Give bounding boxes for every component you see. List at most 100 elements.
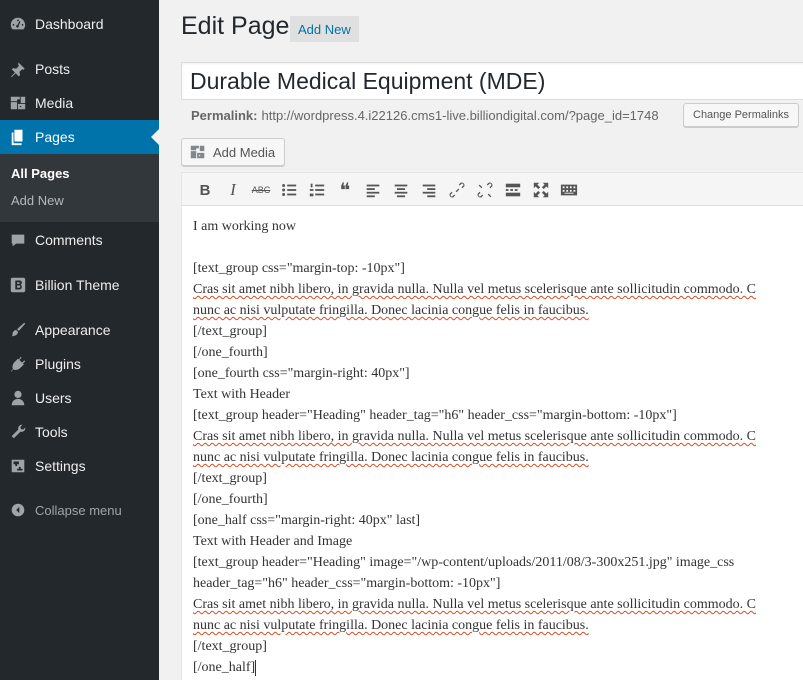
collapse-menu-label: Collapse menu	[35, 502, 122, 518]
pages-submenu: All Pages Add New	[0, 154, 159, 222]
menu-dashboard-label: Dashboard	[35, 16, 104, 32]
menu-dashboard[interactable]: Dashboard	[0, 7, 159, 41]
content-line: Text with Header and Image	[193, 534, 353, 549]
menu-tools[interactable]: Tools	[0, 415, 159, 449]
add-media-button[interactable]: Add Media	[181, 138, 285, 166]
menu-plugins-label: Plugins	[35, 356, 81, 372]
menu-comments[interactable]: Comments	[0, 223, 159, 257]
submenu-all-pages[interactable]: All Pages	[11, 166, 70, 181]
media-icon	[8, 93, 28, 113]
wrench-icon	[8, 422, 28, 442]
menu-pages[interactable]: Pages	[0, 120, 159, 154]
content-editor: B I ABC ❝ I am working now [text_group c…	[181, 172, 803, 680]
align-right-icon	[422, 184, 436, 198]
menu-settings[interactable]: Settings	[0, 449, 159, 483]
content-line: nunc ac nisi vulputate fringilla. Donec …	[193, 618, 589, 633]
content-line: [text_group css="margin-top: -10px"]	[193, 261, 405, 276]
menu-media[interactable]: Media	[0, 86, 159, 120]
collapse-menu-button[interactable]: Collapse menu	[0, 493, 159, 527]
insert-link-button[interactable]	[445, 178, 469, 202]
toolbar-toggle-button[interactable]	[557, 178, 581, 202]
bold-icon: B	[199, 181, 211, 199]
align-center-icon	[394, 184, 408, 198]
content-line: [text_group header="Heading" image="/wp-…	[193, 555, 735, 570]
menu-billion-theme-label: Billion Theme	[35, 277, 120, 293]
strikethrough-icon: ABC	[251, 185, 271, 195]
menu-appearance[interactable]: Appearance	[0, 313, 159, 347]
align-left-icon	[366, 184, 380, 198]
content-line: [/text_group]	[193, 471, 267, 486]
menu-settings-label: Settings	[35, 458, 86, 474]
content-line: [/one_fourth]	[193, 345, 268, 360]
content-line: Cras sit amet nibh libero, in gravida nu…	[193, 282, 756, 297]
fullscreen-icon	[533, 182, 549, 198]
menu-pages-label: Pages	[35, 129, 75, 145]
content-line: nunc ac nisi vulputate fringilla. Donec …	[193, 450, 589, 465]
content-line: [text_group header="Heading" header_tag=…	[193, 408, 677, 423]
fullscreen-button[interactable]	[529, 178, 553, 202]
keyboard-icon	[560, 184, 578, 196]
menu-media-label: Media	[35, 95, 74, 111]
content-line	[193, 237, 803, 258]
content-line: [/text_group]	[193, 324, 267, 339]
editor-toolbar: B I ABC ❝	[182, 173, 803, 206]
text-cursor	[255, 659, 257, 676]
content-line: Cras sit amet nibh libero, in gravida nu…	[193, 597, 756, 612]
blockquote-button[interactable]: ❝	[333, 178, 357, 202]
remove-link-button[interactable]	[473, 178, 497, 202]
numbered-list-icon	[309, 183, 325, 197]
menu-tools-label: Tools	[35, 424, 68, 440]
bold-button[interactable]: B	[193, 178, 217, 202]
numbered-list-button[interactable]	[305, 178, 329, 202]
link-icon	[449, 182, 465, 198]
editor-content[interactable]: I am working now [text_group css="margin…	[193, 216, 803, 678]
content-line: Text with Header	[193, 387, 290, 402]
content-line: [/one_half]	[193, 657, 803, 678]
align-center-button[interactable]	[389, 178, 413, 202]
content-line: I am working now	[193, 219, 297, 234]
bulleted-list-button[interactable]	[277, 178, 301, 202]
read-more-icon	[505, 183, 521, 197]
post-title-input[interactable]: Durable Medical Equipment (MDE)	[181, 62, 803, 100]
bulleted-list-icon	[282, 184, 297, 196]
content-line: [/one_fourth]	[193, 492, 268, 507]
menu-billion-theme[interactable]: Billion Theme	[0, 268, 159, 302]
dashboard-icon	[8, 14, 28, 34]
menu-posts-label: Posts	[35, 61, 71, 77]
active-menu-arrow	[151, 129, 159, 145]
content-line-text: [/one_half]	[193, 660, 256, 675]
change-permalinks-button[interactable]: Change Permalinks	[683, 103, 799, 127]
italic-button[interactable]: I	[221, 178, 245, 202]
billion-b-icon	[8, 275, 28, 295]
user-icon	[8, 388, 28, 408]
content-line: [/text_group]	[193, 639, 267, 654]
strikethrough-button[interactable]: ABC	[249, 178, 273, 202]
permalink-row: Permalink: http://wordpress.4.i22126.cms…	[191, 104, 659, 126]
menu-comments-label: Comments	[35, 232, 103, 248]
read-more-button[interactable]	[501, 178, 525, 202]
menu-users[interactable]: Users	[0, 381, 159, 415]
menu-plugins[interactable]: Plugins	[0, 347, 159, 381]
collapse-arrow-icon	[8, 500, 28, 520]
submenu-add-new[interactable]: Add New	[11, 193, 64, 208]
content-line: nunc ac nisi vulputate fringilla. Donec …	[193, 303, 589, 318]
menu-users-label: Users	[35, 390, 72, 406]
content-line: [one_fourth css="margin-right: 40px"]	[193, 366, 410, 381]
pushpin-icon	[8, 59, 28, 79]
content-line: [one_half css="margin-right: 40px" last]	[193, 513, 421, 528]
align-left-button[interactable]	[361, 178, 385, 202]
permalink-url[interactable]: http://wordpress.4.i22126.cms1-live.bill…	[261, 108, 658, 123]
menu-posts[interactable]: Posts	[0, 52, 159, 86]
menu-appearance-label: Appearance	[35, 322, 111, 338]
pages-icon	[8, 127, 28, 147]
italic-icon: I	[230, 180, 236, 199]
add-new-page-button[interactable]: Add New	[290, 16, 359, 42]
unlink-icon	[477, 182, 493, 198]
blockquote-icon: ❝	[339, 178, 351, 202]
paintbrush-icon	[8, 320, 28, 340]
comment-icon	[8, 230, 28, 250]
add-media-icon	[189, 143, 207, 161]
align-right-button[interactable]	[417, 178, 441, 202]
content-line: header_tag="h6" header_css="margin-botto…	[193, 576, 501, 591]
permalink-label: Permalink:	[191, 107, 258, 123]
